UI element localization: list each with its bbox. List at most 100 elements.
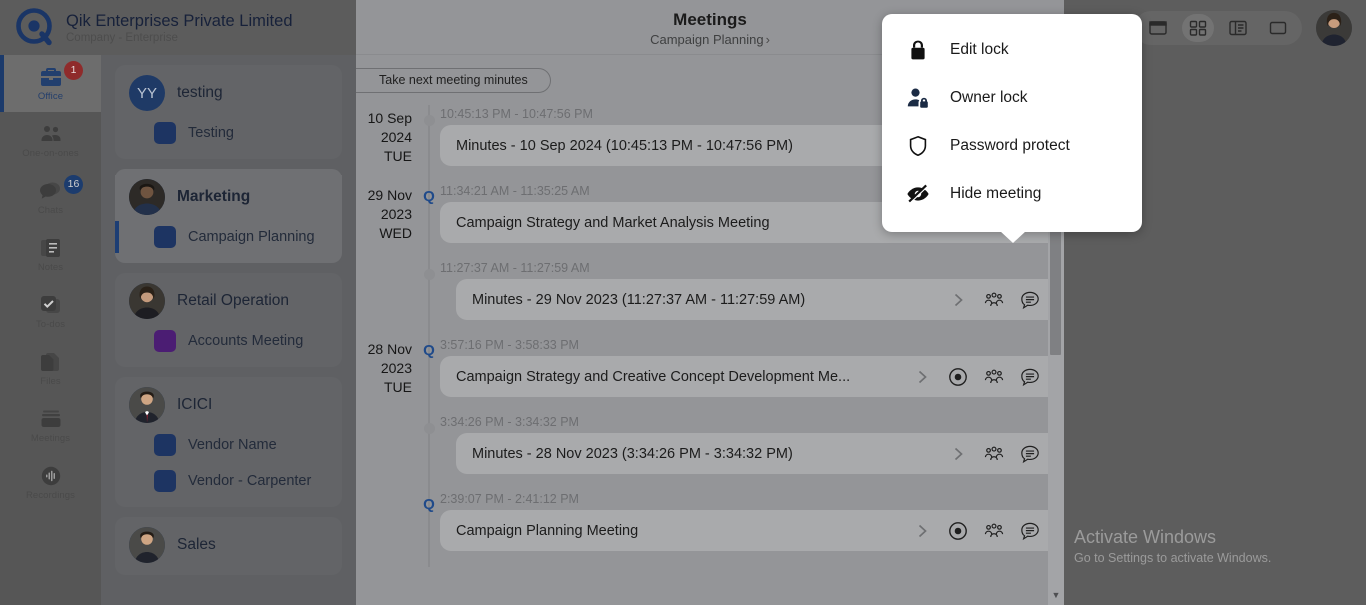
company-subtitle: Company - Enterprise [66, 32, 293, 44]
menu-item-owner-lock[interactable]: Owner lock [882, 74, 1142, 122]
chevron-right-icon[interactable] [948, 444, 968, 464]
layout-toggle-group [1134, 11, 1302, 45]
rail-item-recordings[interactable]: Recordings [0, 454, 101, 511]
row-title: Campaign Strategy and Market Analysis Me… [456, 215, 908, 231]
record-icon[interactable] [948, 521, 968, 541]
sub-item-testing[interactable]: Testing [115, 115, 342, 151]
menu-item-password-protect[interactable]: Password protect [882, 122, 1142, 170]
timeline-marker-qik: Q [422, 190, 436, 204]
timeline-entry: Q 2:39:07 PM - 2:41:12 PM Campaign Plann… [356, 490, 1064, 567]
entry-date-weekday: WED [379, 224, 412, 243]
watermark-subtitle: Go to Settings to activate Windows. [1074, 551, 1354, 565]
single-pane-icon[interactable] [1142, 14, 1174, 42]
sub-item-vendor-name[interactable]: Vendor Name [115, 427, 342, 463]
person-lock-icon [906, 86, 932, 110]
page-title: Meetings [673, 10, 747, 30]
chevron-right-icon[interactable] [948, 290, 968, 310]
rail-item-office[interactable]: 1 Office [0, 55, 101, 112]
sub-item-campaign-planning[interactable]: Campaign Planning [115, 219, 342, 255]
breadcrumb[interactable]: Campaign Planning› [650, 32, 770, 47]
table-row[interactable]: Minutes - 28 Nov 2023 (3:34:26 PM - 3:34… [456, 433, 1064, 474]
participants-icon[interactable] [984, 367, 1004, 387]
meeting-options-popup[interactable]: Edit lock Owner lock Password protect Hi… [882, 14, 1142, 232]
entry-time-range: 2:39:07 PM - 2:41:12 PM [440, 490, 1064, 510]
row-title: Campaign Planning Meeting [456, 523, 908, 539]
rail-item-chats[interactable]: 16 Chats [0, 169, 101, 226]
brand-bar: Qik Enterprises Private Limited Company … [0, 0, 356, 55]
menu-item-label: Hide meeting [950, 185, 1041, 203]
group-title: Sales [177, 536, 216, 554]
rail-label-recordings: Recordings [26, 490, 75, 501]
table-row[interactable]: Minutes - 29 Nov 2023 (11:27:37 AM - 11:… [456, 279, 1064, 320]
comment-icon[interactable] [1020, 444, 1040, 464]
group-header[interactable]: Sales [115, 523, 342, 567]
menu-item-label: Owner lock [950, 89, 1028, 107]
sub-item-label: Vendor Name [188, 437, 277, 453]
comment-icon[interactable] [1020, 521, 1040, 541]
menu-item-edit-lock[interactable]: Edit lock [882, 26, 1142, 74]
full-pane-icon[interactable] [1262, 14, 1294, 42]
group-card-marketing[interactable]: Marketing Campaign Planning [115, 169, 342, 263]
grid-view-icon[interactable] [1182, 14, 1214, 42]
rail-item-to-dos[interactable]: To-dos [0, 283, 101, 340]
scrollbar-thumb[interactable] [1050, 215, 1061, 355]
group-list-panel[interactable]: YY testing Testing Marketing Campaign Pl… [101, 55, 356, 605]
entry-date-year: 2023 [381, 205, 412, 224]
group-header[interactable]: Retail Operation [115, 279, 342, 323]
take-next-meeting-minutes-button[interactable]: Take next meeting minutes [356, 68, 551, 93]
participants-icon[interactable] [984, 444, 1004, 464]
group-header[interactable]: ICICI [115, 383, 342, 427]
timeline-marker-qik: Q [422, 344, 436, 358]
participants-icon[interactable] [984, 521, 1004, 541]
table-row[interactable]: Campaign Planning Meeting [440, 510, 1064, 551]
rail-item-meetings[interactable]: Meetings [0, 397, 101, 454]
comment-icon[interactable] [1020, 367, 1040, 387]
rail-item-notes[interactable]: Notes [0, 226, 101, 283]
rail-label-notes: Notes [38, 262, 63, 273]
menu-item-hide-meeting[interactable]: Hide meeting [882, 170, 1142, 218]
avatar [129, 387, 165, 423]
left-navigation-rail: 1 Office One-on-ones 16 Chats Notes [0, 0, 101, 605]
watermark-title: Activate Windows [1074, 527, 1354, 548]
rail-item-files[interactable]: Files [0, 340, 101, 397]
scroll-down-arrow-icon[interactable]: ▼ [1048, 587, 1064, 603]
lock-icon [906, 38, 932, 62]
group-header[interactable]: YY testing [115, 71, 342, 115]
group-card-icici[interactable]: ICICI Vendor Name Vendor - Carpenter [115, 377, 342, 507]
entry-date: 28 Nov 2023 TUE [356, 336, 418, 413]
comment-icon[interactable] [1020, 290, 1040, 310]
sub-item-vendor-carpenter[interactable]: Vendor - Carpenter [115, 463, 342, 499]
group-card-testing[interactable]: YY testing Testing [115, 65, 342, 159]
timeline-entry: 28 Nov 2023 TUE Q 3:57:16 PM - 3:58:33 P… [356, 336, 1064, 413]
avatar [129, 527, 165, 563]
record-icon[interactable] [948, 367, 968, 387]
row-title: Minutes - 28 Nov 2023 (3:34:26 PM - 3:34… [472, 446, 944, 462]
group-title: ICICI [177, 396, 212, 414]
menu-item-label: Password protect [950, 137, 1070, 155]
entry-time-range: 11:27:37 AM - 11:27:59 AM [440, 259, 1064, 279]
entry-date-year: 2023 [381, 359, 412, 378]
avatar [129, 179, 165, 215]
chevron-right-icon[interactable] [912, 521, 932, 541]
group-card-sales[interactable]: Sales [115, 517, 342, 575]
timeline-marker-dot [422, 113, 436, 127]
chevron-right-icon: › [766, 32, 770, 47]
group-card-retail-operation[interactable]: Retail Operation Accounts Meeting [115, 273, 342, 367]
chats-badge: 16 [64, 175, 83, 194]
meetings-icon [39, 407, 63, 431]
rail-label-files: Files [40, 376, 61, 387]
avatar[interactable] [1316, 10, 1352, 46]
participants-icon[interactable] [984, 290, 1004, 310]
table-row[interactable]: Campaign Strategy and Creative Concept D… [440, 356, 1064, 397]
timeline-entry: 11:27:37 AM - 11:27:59 AM Minutes - 29 N… [356, 259, 1064, 336]
rail-label-meetings: Meetings [31, 433, 70, 444]
chevron-right-icon[interactable] [912, 367, 932, 387]
sub-item-label: Campaign Planning [188, 229, 315, 245]
recordings-icon [39, 464, 63, 488]
rail-item-one-on-ones[interactable]: One-on-ones [0, 112, 101, 169]
files-icon [39, 350, 63, 374]
group-header[interactable]: Marketing [115, 175, 342, 219]
sub-item-accounts-meeting[interactable]: Accounts Meeting [115, 323, 342, 359]
split-view-icon[interactable] [1222, 14, 1254, 42]
timeline-marker-dot [422, 421, 436, 435]
